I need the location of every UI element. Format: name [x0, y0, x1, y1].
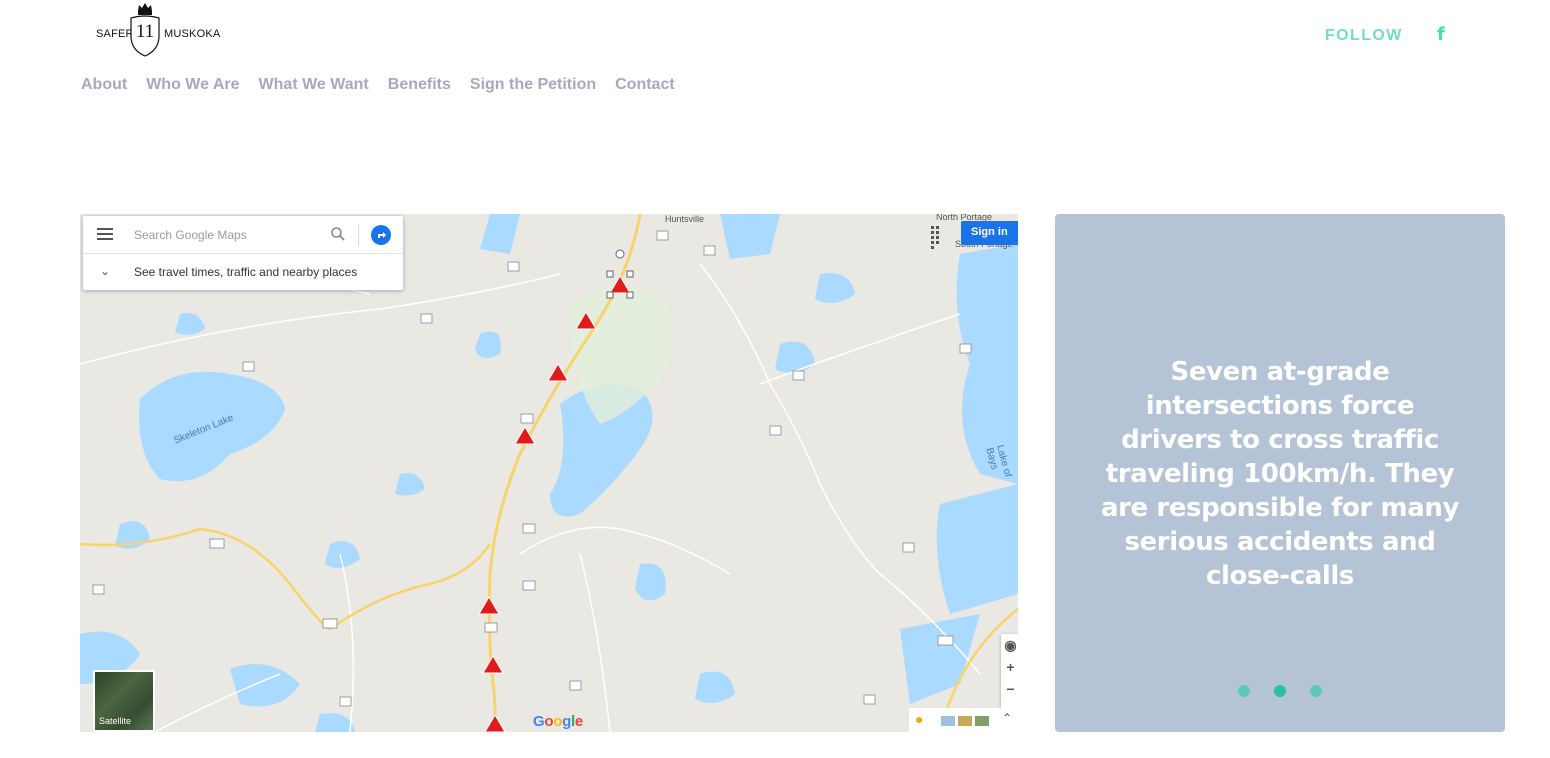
zoom-in-button[interactable]: + [1001, 656, 1018, 678]
hamburger-menu-icon[interactable] [97, 228, 113, 243]
expand-up-icon[interactable]: ⌃ [1002, 711, 1012, 725]
chevron-down-icon: ⌄ [100, 264, 111, 278]
nav-item-what-we-want[interactable]: What We Want [259, 76, 369, 94]
apps-grid-icon[interactable] [931, 226, 945, 249]
nav-item-who-we-are[interactable]: Who We Are [146, 76, 239, 94]
travel-times-text: See travel times, traffic and nearby pla… [134, 265, 358, 279]
my-location-icon[interactable]: ◉ [1001, 634, 1018, 656]
travel-times-row[interactable]: ⌄ See travel times, traffic and nearby p… [83, 254, 403, 290]
map-search-box: Search Google Maps ⌄ See travel times, t… [83, 216, 403, 290]
sign-in-button[interactable]: Sign in [961, 221, 1018, 245]
directions-icon[interactable] [371, 225, 391, 245]
search-icon[interactable] [330, 226, 346, 242]
info-slider: Seven at-grade intersections force drive… [1055, 214, 1505, 732]
nav-item-contact[interactable]: Contact [615, 76, 675, 94]
satellite-thumb-icon[interactable] [975, 716, 989, 726]
slider-dot-1[interactable] [1238, 685, 1250, 697]
logo-muskoka-text: MUSKOKA [164, 28, 221, 40]
facebook-icon[interactable]: f [1437, 24, 1445, 45]
main-nav: About Who We Are What We Want Benefits S… [81, 76, 694, 94]
zoom-controls: ◉ + − [1001, 634, 1018, 708]
map-canvas[interactable] [80, 214, 1018, 732]
google-map[interactable]: Huntsville North Portage South Portage S… [80, 214, 1018, 732]
pegman-icon[interactable]: ● [915, 711, 923, 727]
site-logo[interactable]: SAFER 11 MUSKOKA [95, 2, 220, 58]
nav-item-sign-petition[interactable]: Sign the Petition [470, 76, 596, 94]
terrain-thumb-icon[interactable] [958, 716, 972, 726]
google-logo: Google [533, 713, 583, 730]
satellite-toggle[interactable]: Satellite [93, 670, 155, 732]
zoom-out-button[interactable]: − [1001, 678, 1018, 700]
slider-dot-2[interactable] [1274, 685, 1286, 697]
layer-thumb-icon[interactable] [941, 716, 955, 726]
nav-item-about[interactable]: About [81, 76, 127, 94]
map-search-input[interactable]: Search Google Maps [134, 228, 247, 242]
map-label-huntsville: Huntsville [665, 214, 705, 224]
logo-highway-number: 11 [135, 21, 155, 42]
slider-quote: Seven at-grade intersections force drive… [1100, 357, 1460, 591]
slider-dot-3[interactable] [1310, 685, 1322, 697]
map-bottom-toolbar: ● ⌃ [909, 708, 1018, 732]
follow-link[interactable]: FOLLOW [1325, 27, 1403, 45]
nav-item-benefits[interactable]: Benefits [388, 76, 451, 94]
satellite-label: Satellite [99, 716, 132, 726]
slider-dots [1238, 685, 1322, 697]
